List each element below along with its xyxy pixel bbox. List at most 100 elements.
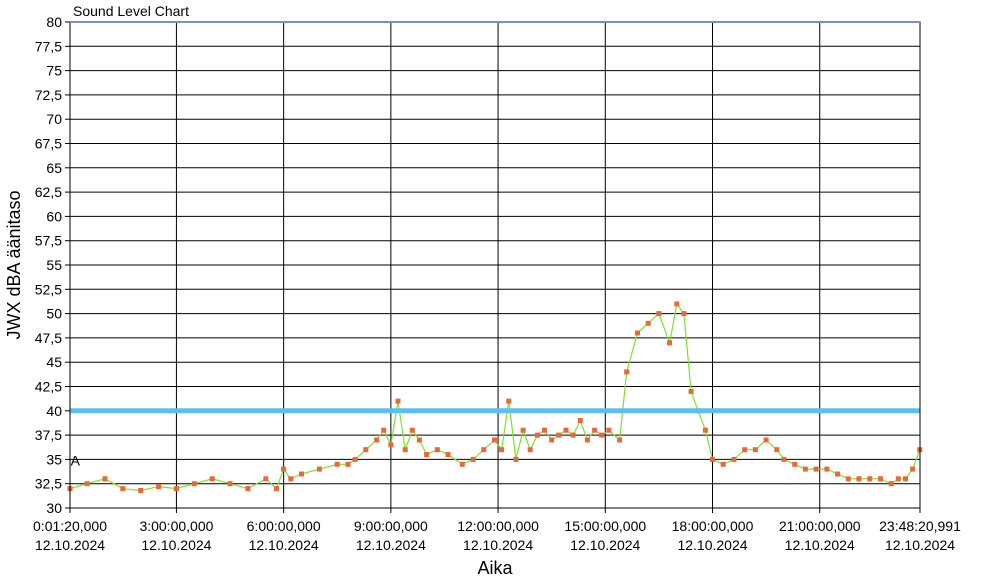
data-point bbox=[835, 471, 841, 477]
data-point bbox=[592, 427, 598, 433]
y-tick-label: 67,5 bbox=[35, 136, 62, 152]
data-point bbox=[527, 447, 533, 453]
x-tick-time: 0:01:20,000 bbox=[33, 518, 107, 534]
data-point bbox=[624, 369, 630, 375]
data-point bbox=[656, 311, 662, 317]
data-point bbox=[245, 486, 251, 492]
data-point bbox=[802, 466, 808, 472]
data-point bbox=[513, 456, 519, 462]
chart-background bbox=[0, 0, 990, 588]
x-tick-time: 12:00:00,000 bbox=[457, 518, 539, 534]
y-tick-label: 42,5 bbox=[35, 379, 62, 395]
data-point bbox=[381, 427, 387, 433]
y-tick-label: 45 bbox=[46, 354, 62, 370]
data-point bbox=[459, 461, 465, 467]
data-point bbox=[499, 447, 505, 453]
data-point bbox=[395, 398, 401, 404]
data-point bbox=[434, 447, 440, 453]
y-axis-label: JWX dBA äänitaso bbox=[4, 190, 24, 339]
x-tick-time: 6:00:00,000 bbox=[247, 518, 321, 534]
data-point bbox=[617, 437, 623, 443]
data-point bbox=[570, 432, 576, 438]
x-tick-date: 12.10.2024 bbox=[570, 537, 640, 553]
y-tick-label: 40 bbox=[46, 403, 62, 419]
x-tick-date: 12.10.2024 bbox=[35, 537, 105, 553]
data-point bbox=[409, 427, 415, 433]
data-point bbox=[688, 388, 694, 394]
x-tick-time: 23:48:20,991 bbox=[879, 518, 961, 534]
data-point bbox=[856, 476, 862, 482]
data-point bbox=[681, 311, 687, 317]
data-point bbox=[191, 481, 197, 487]
data-point bbox=[388, 442, 394, 448]
x-tick-date: 12.10.2024 bbox=[141, 537, 211, 553]
data-point bbox=[424, 452, 430, 457]
y-tick-label: 47,5 bbox=[35, 330, 62, 346]
data-point bbox=[867, 476, 873, 482]
y-tick-label: 60 bbox=[46, 208, 62, 224]
x-tick-date: 12.10.2024 bbox=[785, 537, 855, 553]
data-point bbox=[542, 427, 547, 433]
data-point bbox=[470, 456, 476, 462]
data-point bbox=[156, 484, 162, 490]
data-point bbox=[556, 432, 562, 438]
x-tick-time: 18:00:00,000 bbox=[672, 518, 754, 534]
data-point bbox=[549, 437, 555, 443]
data-point bbox=[274, 486, 279, 492]
x-tick-time: 21:00:00,000 bbox=[779, 518, 861, 534]
data-point bbox=[710, 456, 715, 462]
chart-title: Sound Level Chart bbox=[73, 3, 189, 19]
data-point bbox=[445, 452, 451, 457]
data-point bbox=[577, 418, 583, 423]
data-point bbox=[288, 476, 294, 482]
data-point bbox=[363, 447, 369, 453]
data-point bbox=[534, 432, 540, 438]
data-point bbox=[895, 476, 901, 482]
data-point bbox=[374, 437, 380, 443]
data-point bbox=[299, 471, 304, 477]
data-point bbox=[903, 476, 908, 482]
y-tick-label: 52,5 bbox=[35, 281, 62, 297]
data-point bbox=[481, 447, 487, 453]
data-point bbox=[813, 466, 819, 472]
y-tick-label: 75 bbox=[46, 63, 62, 79]
data-point bbox=[606, 427, 612, 433]
x-tick-date: 12.10.2024 bbox=[677, 537, 747, 553]
y-tick-label: 50 bbox=[46, 306, 62, 322]
data-point bbox=[84, 481, 90, 487]
y-tick-label: 80 bbox=[46, 14, 62, 30]
data-point bbox=[878, 476, 883, 482]
y-tick-label: 65 bbox=[46, 160, 62, 176]
x-tick-date: 12.10.2024 bbox=[356, 537, 426, 553]
data-point bbox=[845, 476, 851, 482]
data-point bbox=[334, 461, 340, 467]
data-point bbox=[702, 427, 708, 433]
y-tick-label: 35 bbox=[46, 451, 62, 467]
sound-level-chart: Sound Level Chart 30 32,5 35 37,5 40 42,5 45 47… bbox=[0, 0, 990, 588]
data-point bbox=[352, 456, 358, 462]
data-point bbox=[774, 447, 780, 453]
data-point bbox=[402, 447, 408, 453]
data-point bbox=[763, 437, 769, 443]
y-tick-label: 37,5 bbox=[35, 427, 62, 443]
data-point bbox=[281, 466, 287, 472]
data-point bbox=[720, 461, 726, 467]
data-point bbox=[824, 466, 830, 472]
data-point bbox=[102, 476, 108, 482]
data-point bbox=[263, 476, 269, 482]
grid bbox=[69, 21, 921, 509]
y-tick-label: 77,5 bbox=[35, 38, 62, 54]
data-point bbox=[674, 301, 680, 307]
annotation-label: A bbox=[71, 452, 81, 468]
data-point bbox=[345, 461, 351, 467]
data-point bbox=[731, 456, 737, 462]
data-point bbox=[173, 486, 179, 492]
data-point bbox=[888, 481, 894, 487]
y-tick-label: 62,5 bbox=[35, 184, 62, 200]
data-point bbox=[520, 427, 526, 433]
y-tick-label: 57,5 bbox=[35, 233, 62, 249]
data-point bbox=[752, 447, 758, 453]
data-point bbox=[910, 466, 916, 472]
data-point bbox=[645, 320, 651, 326]
data-point bbox=[120, 486, 126, 492]
